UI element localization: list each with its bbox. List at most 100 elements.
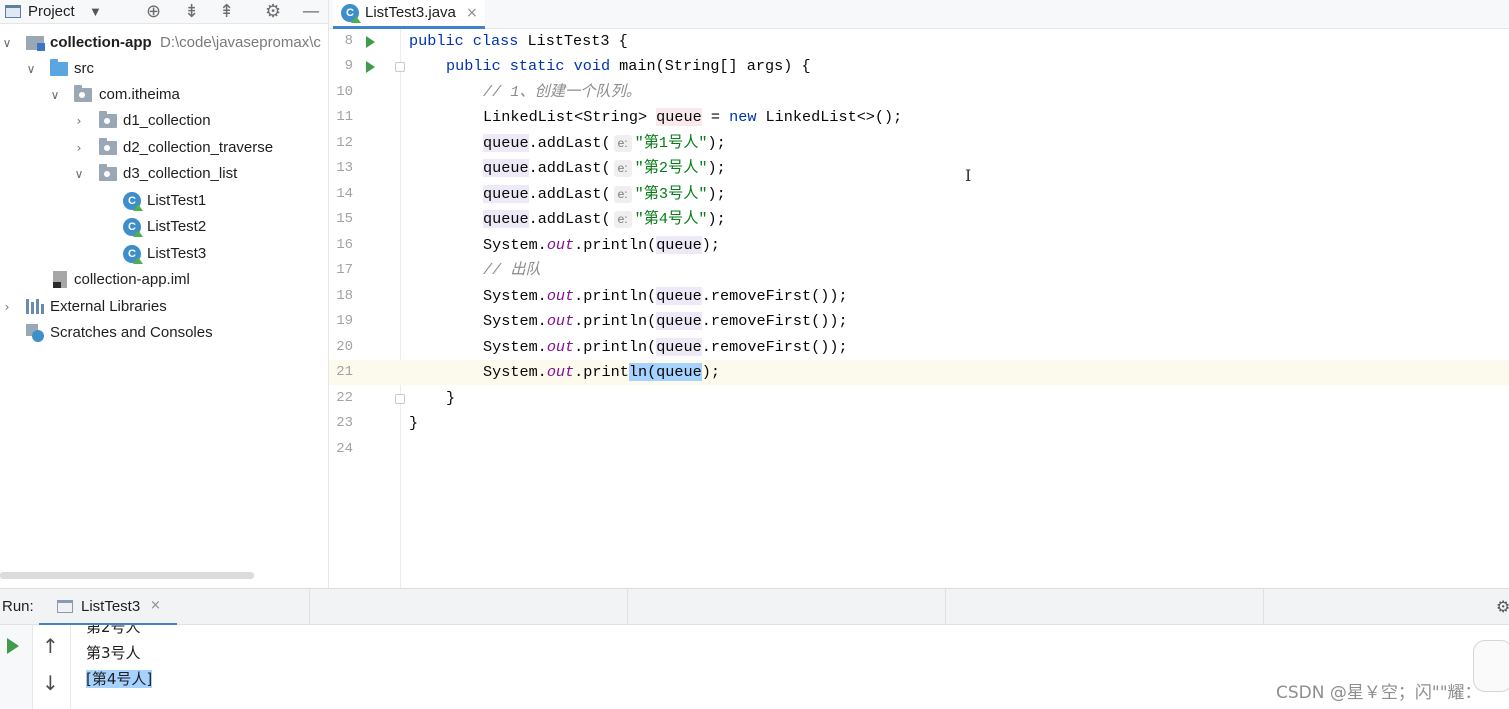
package-folder-icon	[74, 85, 92, 102]
horizontal-scrollbar[interactable]	[0, 572, 254, 579]
code-line[interactable]: 19 System.out.println(queue.removeFirst(…	[329, 309, 1509, 334]
chevron-down-icon[interactable]: ∨	[48, 83, 62, 107]
code-text: LinkedList<String> queue = new LinkedLis…	[483, 108, 903, 126]
module-folder-icon	[26, 36, 45, 51]
code-line-current[interactable]: 21 System.out.println(queue);	[329, 360, 1509, 385]
tree-item-label: d2_collection_traverse	[123, 139, 274, 156]
editor-tab-bar: C ListTest3.java ×	[329, 0, 1509, 29]
module-path: D:\code\javasepromax\c	[160, 34, 321, 51]
up-arrow-icon[interactable]: ↑	[42, 636, 59, 656]
tree-item-listtest2[interactable]: C ListTest2	[0, 215, 328, 239]
source-folder-icon	[50, 59, 68, 76]
fold-icon[interactable]	[395, 62, 405, 72]
rerun-icon[interactable]	[7, 638, 19, 654]
code-text: public class ListTest3 {	[409, 32, 628, 50]
code-line[interactable]: 17 // 出队	[329, 258, 1509, 283]
tree-item-external-libraries[interactable]: › External Libraries	[0, 295, 328, 319]
code-line[interactable]: 18 System.out.println(queue.removeFirst(…	[329, 284, 1509, 309]
divider	[309, 589, 310, 626]
tree-item-listtest1[interactable]: C ListTest1	[0, 189, 328, 213]
tree-item-label: collection-app.iml	[74, 271, 190, 288]
close-icon[interactable]: ×	[150, 598, 161, 613]
code-text: System.out.println(queue.removeFirst());	[483, 312, 848, 330]
chevron-right-icon[interactable]: ›	[72, 109, 86, 133]
code-line[interactable]: 20 System.out.println(queue.removeFirst(…	[329, 335, 1509, 360]
code-line[interactable]: 13 queue.addLast(e: "第2号人");	[329, 156, 1509, 181]
chevron-right-icon[interactable]: ›	[0, 295, 14, 319]
tree-item-collection-app[interactable]: ∨ collection-app D:\code\javasepromax\c	[0, 31, 328, 55]
tree-item-collection-app-iml[interactable]: collection-app.iml	[0, 268, 328, 292]
collapse-all-icon[interactable]: ⇞	[219, 1, 234, 23]
project-view-selector[interactable]: Project	[28, 2, 75, 22]
code-text: queue.addLast(e: "第1号人");	[483, 134, 726, 152]
code-line[interactable]: 22 }	[329, 386, 1509, 411]
code-line[interactable]: 23 }	[329, 411, 1509, 436]
tab-run-listtest3[interactable]: ListTest3 ×	[39, 589, 177, 626]
tree-item-listtest3[interactable]: C ListTest3	[0, 242, 328, 266]
code-editor[interactable]: 8 public class ListTest3 { 9 public stat…	[329, 29, 1509, 588]
tree-item-label: Scratches and Consoles	[50, 324, 213, 341]
line-number: 13	[336, 160, 353, 176]
chevron-right-icon[interactable]: ›	[72, 136, 86, 160]
line-number: 23	[336, 415, 353, 431]
chevron-down-icon[interactable]: ▼	[89, 2, 102, 22]
parameter-hint: e:	[613, 160, 632, 177]
line-number: 8	[344, 33, 353, 49]
run-label: Run:	[2, 598, 34, 615]
console-line: [第4号人]	[86, 668, 153, 689]
minimize-icon[interactable]: —	[302, 1, 320, 23]
parameter-hint: e:	[613, 135, 632, 152]
code-line[interactable]: 10 // 1、创建一个队列。	[329, 80, 1509, 105]
tree-item-label: d1_collection	[123, 112, 211, 129]
line-number: 21	[336, 364, 353, 380]
code-text: System.out.println(queue.removeFirst());	[483, 338, 848, 356]
iml-file-icon	[53, 271, 67, 288]
console-toolbar: ↑ ↓	[33, 625, 71, 709]
gear-icon[interactable]: ⚙	[1496, 597, 1509, 616]
tree-item-com-itheima[interactable]: ∨ com.itheima	[0, 83, 328, 107]
code-line[interactable]: 9 public static void main(String[] args)…	[329, 54, 1509, 79]
gear-icon[interactable]: ⚙	[265, 1, 281, 23]
expand-all-icon[interactable]: ⇟	[184, 1, 199, 23]
tree-item-src[interactable]: ∨ src	[0, 57, 328, 81]
code-line[interactable]: 8 public class ListTest3 {	[329, 29, 1509, 54]
tab-listtest3-java[interactable]: C ListTest3.java ×	[333, 0, 485, 29]
code-comment: // 1、创建一个队列。	[483, 83, 641, 101]
code-line[interactable]: 12 queue.addLast(e: "第1号人");	[329, 131, 1509, 156]
close-icon[interactable]: ×	[466, 3, 478, 23]
chevron-down-icon[interactable]: ∨	[24, 57, 38, 81]
fold-icon[interactable]	[395, 394, 405, 404]
run-tab-label: ListTest3	[81, 598, 141, 615]
code-line[interactable]: 11 LinkedList<String> queue = new Linked…	[329, 105, 1509, 130]
divider	[945, 589, 946, 626]
code-line[interactable]: 15 queue.addLast(e: "第4号人");	[329, 207, 1509, 232]
tree-item-label: ListTest1	[147, 192, 207, 209]
run-gutter-icon[interactable]	[366, 61, 375, 73]
code-text: System.out.println(queue);	[483, 363, 720, 381]
tree-item-d2-collection-traverse[interactable]: › d2_collection_traverse	[0, 136, 328, 160]
chevron-down-icon[interactable]: ∨	[72, 162, 86, 186]
java-class-icon: C	[123, 192, 143, 211]
console-line: 第3号人	[86, 644, 141, 662]
java-class-icon: C	[123, 218, 143, 237]
text-selection: ln(queue	[628, 363, 702, 381]
divider	[1263, 589, 1264, 626]
line-number: 12	[336, 135, 353, 151]
run-toolbar	[0, 625, 33, 709]
java-class-icon: C	[123, 245, 143, 264]
run-gutter-icon[interactable]	[366, 36, 375, 48]
locate-icon[interactable]: ⊕	[146, 1, 161, 23]
code-line[interactable]: 14 queue.addLast(e: "第3号人");	[329, 182, 1509, 207]
tree-item-label: External Libraries	[50, 298, 167, 315]
parameter-hint: e:	[613, 211, 632, 228]
line-number: 20	[336, 339, 353, 355]
code-line[interactable]: 24	[329, 437, 1509, 462]
text-selection: [第4号人]	[86, 670, 153, 688]
code-line[interactable]: 16 System.out.println(queue);	[329, 233, 1509, 258]
tree-item-d3-collection-list[interactable]: ∨ d3_collection_list	[0, 162, 328, 186]
tree-item-d1-collection[interactable]: › d1_collection	[0, 109, 328, 133]
down-arrow-icon[interactable]: ↓	[42, 673, 59, 693]
tree-item-scratches[interactable]: Scratches and Consoles	[0, 321, 328, 345]
code-text: System.out.println(queue);	[483, 236, 720, 254]
chevron-down-icon[interactable]: ∨	[0, 31, 14, 55]
